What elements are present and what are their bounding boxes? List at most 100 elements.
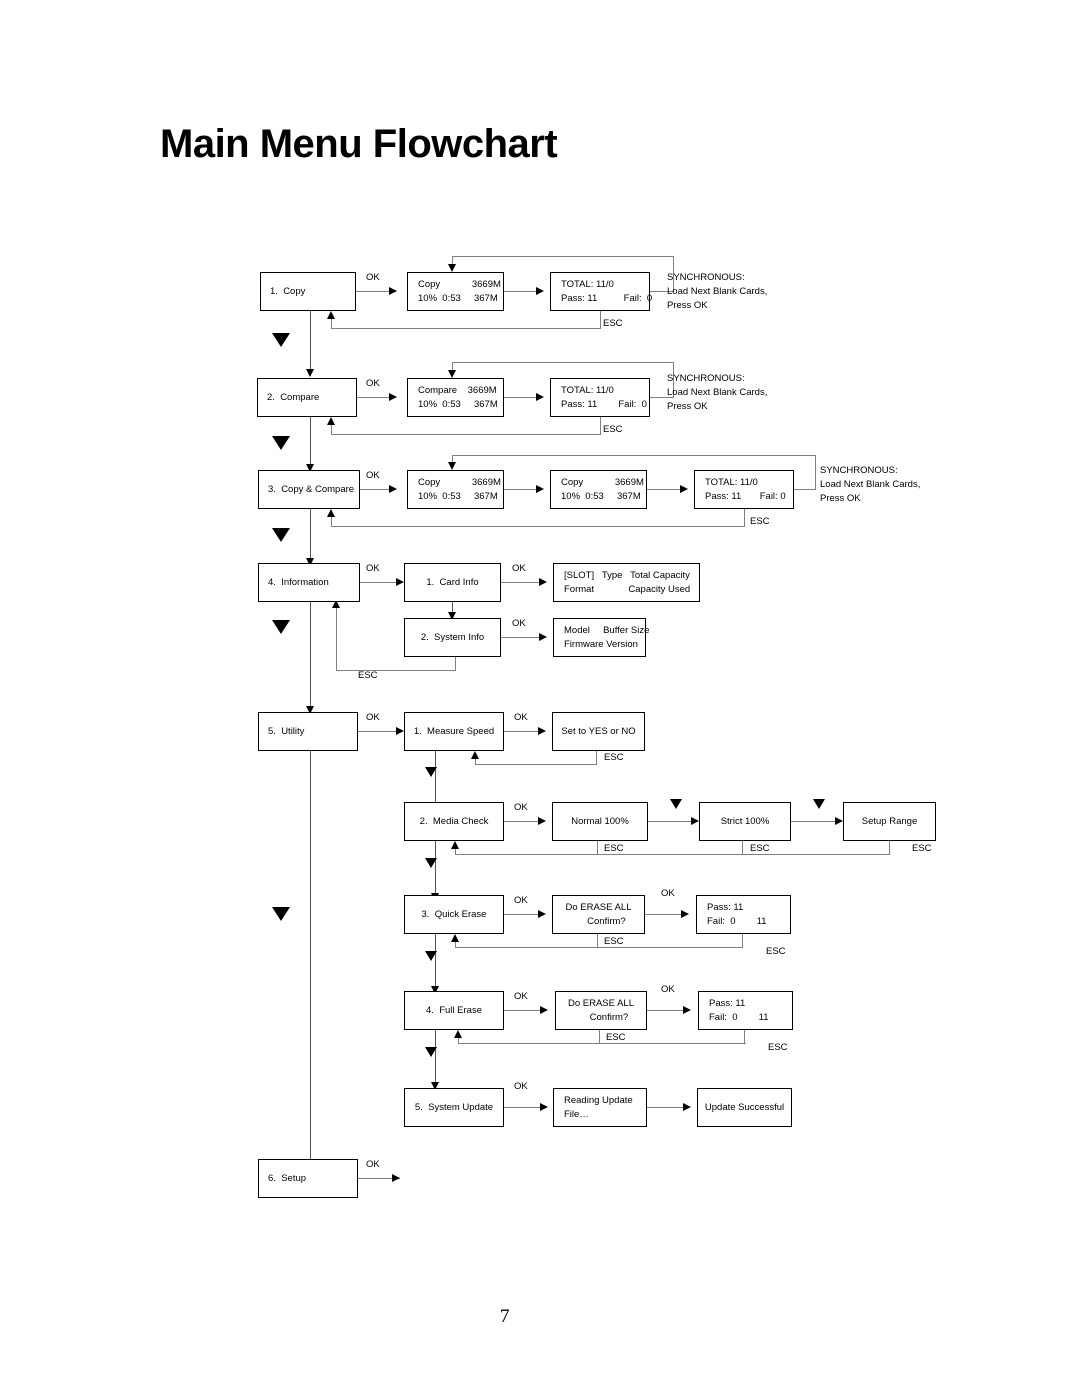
screen-media-setup-range: Setup Range [843, 802, 936, 841]
esc-measurespeed-down [596, 751, 597, 765]
menu-item-information[interactable]: 4. Information [258, 563, 360, 602]
edge-label-quickerase-result-esc: ESC [766, 946, 786, 957]
media-normal-label: Normal 100% [571, 815, 629, 827]
copy-progress-line1: Copy 3669M [418, 278, 501, 290]
spine-mediacheck-to-quickerase [435, 841, 436, 898]
screen-reading-update-file: Reading Update File… [553, 1088, 647, 1127]
screen-compare-result: TOTAL: 11/0 Pass: 11 Fail: 0 [550, 378, 650, 417]
arrowhead-loop-copycompare [448, 462, 456, 470]
spine-quickerase-to-fullerase [435, 934, 436, 991]
edge-label-mediacheck-ok: OK [514, 802, 528, 813]
submenu-measure-speed-label: 1. Measure Speed [413, 725, 495, 737]
edge-label-quickerase-ok: OK [514, 895, 528, 906]
screen-media-normal: Normal 100% [552, 802, 648, 841]
edge-label-quickerase-esc: ESC [604, 936, 624, 947]
screen-update-successful: Update Successful [697, 1088, 792, 1127]
scroll-marker-compare [272, 436, 290, 450]
esc-information-up [336, 605, 337, 671]
menu-item-utility[interactable]: 5. Utility [258, 712, 358, 751]
flowchart-page: Main Menu Flowchart 1. Copy OK Copy 3669… [0, 0, 1080, 1397]
compare-result-line2: Pass: 11 Fail: 0 [561, 398, 647, 410]
submenu-card-info[interactable]: 1. Card Info [404, 563, 501, 602]
full-erase-result-line2: Fail: 0 11 [709, 1011, 769, 1023]
submenu-system-info-label: 2. System Info [420, 631, 485, 643]
arrowhead-utility-to-measurespeed [396, 727, 404, 735]
esc-copycompare-left [331, 526, 745, 527]
screen-media-strict: Strict 100% [699, 802, 791, 841]
copycompare-progress2-line2: 10% 0:53 367M [561, 490, 641, 502]
scroll-marker-full-erase [425, 1047, 437, 1057]
page-title: Main Menu Flowchart [160, 122, 558, 166]
arrowhead-fullerase-to-confirm [540, 1006, 548, 1014]
menu-item-copy-compare-label: 3. Copy & Compare [268, 483, 355, 495]
spine-copycompare-to-information [310, 509, 311, 563]
submenu-media-check[interactable]: 2. Media Check [404, 802, 504, 841]
arrowhead-measurespeed-to-result [538, 727, 546, 735]
system-info-detail-line1: Model Buffer Size [564, 624, 650, 636]
edge-label-copy-ok: OK [366, 272, 380, 283]
arrowhead-copycompare-to-progress1 [389, 485, 397, 493]
arrowhead-esc-fullerase [454, 1030, 462, 1038]
esc-setuprange-down [889, 841, 890, 855]
copycompare-progress1-line2: 10% 0:53 367M [418, 490, 498, 502]
arrowhead-information-to-cardinfo [396, 578, 404, 586]
arrowhead-systemupdate-to-reading [540, 1103, 548, 1111]
arrowhead-spine-compare [306, 369, 314, 377]
compare-progress-line2: 10% 0:53 367M [418, 398, 498, 410]
edge-label-systeminfo-ok: OK [512, 618, 526, 629]
edge-label-cardinfo-ok: OK [512, 563, 526, 574]
update-successful-label: Update Successful [704, 1101, 785, 1113]
submenu-system-update[interactable]: 5. System Update [404, 1088, 504, 1127]
scroll-marker-measure-speed [425, 767, 437, 777]
submenu-quick-erase[interactable]: 3. Quick Erase [404, 895, 504, 934]
media-strict-label: Strict 100% [720, 815, 770, 827]
edge-label-measurespeed-esc: ESC [604, 752, 624, 763]
submenu-system-update-label: 5. System Update [414, 1101, 494, 1113]
copy-result-line1: TOTAL: 11/0 [561, 278, 614, 290]
arrowhead-esc-copycompare [327, 509, 335, 517]
submenu-measure-speed[interactable]: 1. Measure Speed [404, 712, 504, 751]
edge-label-fullerase-confirm-ok: OK [661, 984, 675, 995]
esc-copy-down [600, 311, 601, 329]
scroll-marker-copy [272, 333, 290, 347]
note-synchronous-compare: SYNCHRONOUS: Load Next Blank Cards, Pres… [667, 373, 768, 412]
esc-quickerase-result-down [742, 934, 743, 948]
spine-information-to-utility [310, 602, 311, 711]
arrowhead-esc-measurespeed [471, 751, 479, 759]
menu-item-setup[interactable]: 6. Setup [258, 1159, 358, 1198]
screen-full-erase-confirm: Do ERASE ALL Confirm? [555, 991, 647, 1030]
full-erase-confirm-line2: Confirm? [573, 1011, 629, 1023]
copycompare-progress1-line1: Copy 3669M [418, 476, 501, 488]
menu-item-compare[interactable]: 2. Compare [257, 378, 357, 417]
edge-label-quickerase-confirm-ok: OK [661, 888, 675, 899]
esc-measurespeed-left [475, 764, 597, 765]
esc-copycompare-down [744, 509, 745, 527]
esc-quickerase-confirm-down [597, 934, 598, 948]
card-info-detail-line2: Format Capacity Used [564, 583, 691, 595]
submenu-system-info[interactable]: 2. System Info [404, 618, 501, 657]
menu-item-copy[interactable]: 1. Copy [260, 272, 356, 311]
scroll-marker-information [272, 620, 290, 634]
page-number: 7 [500, 1306, 510, 1327]
edge-label-setup-ok: OK [366, 1159, 380, 1170]
esc-quickerase-left [455, 947, 743, 948]
menu-item-copy-compare[interactable]: 3. Copy & Compare [258, 470, 360, 509]
arrowhead-fullerase-confirm-to-result [683, 1006, 691, 1014]
full-erase-confirm-line1: Do ERASE ALL [567, 997, 634, 1009]
screen-quick-erase-confirm: Do ERASE ALL Confirm? [552, 895, 645, 934]
screen-quick-erase-result: Pass: 11 Fail: 0 11 [696, 895, 791, 934]
arrowhead-loop-copy [448, 264, 456, 272]
media-setup-range-label: Setup Range [861, 815, 918, 827]
scroll-marker-copy-compare [272, 528, 290, 542]
arrowhead-esc-compare [327, 417, 335, 425]
submenu-card-info-label: 1. Card Info [426, 576, 479, 588]
arrowhead-cardinfo-to-detail [539, 578, 547, 586]
submenu-media-check-label: 2. Media Check [419, 815, 489, 827]
submenu-full-erase[interactable]: 4. Full Erase [404, 991, 504, 1030]
copy-progress-line2: 10% 0:53 367M [418, 292, 498, 304]
arrowhead-copy-progress-to-result [536, 287, 544, 295]
arrowhead-reading-to-success [683, 1103, 691, 1111]
measure-speed-result-label: Set to YES or NO [561, 725, 636, 737]
edge-label-information-esc: ESC [358, 670, 378, 681]
esc-copy-left [331, 328, 601, 329]
